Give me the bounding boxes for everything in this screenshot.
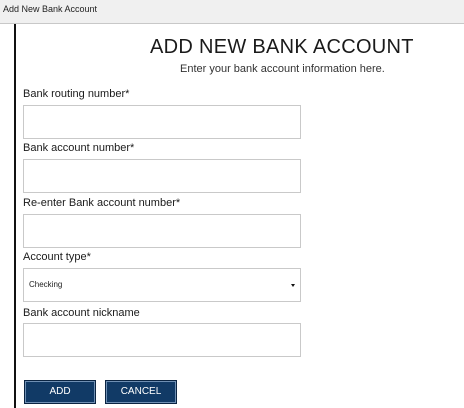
routing-number-label: Bank routing number* xyxy=(23,88,130,100)
cancel-button[interactable]: CANCEL xyxy=(105,380,177,404)
nickname-label: Bank account nickname xyxy=(23,307,140,319)
add-button[interactable]: ADD xyxy=(24,380,96,404)
account-type-selected-value: Checking xyxy=(29,280,63,289)
account-number-label: Bank account number* xyxy=(23,142,135,154)
confirm-account-number-input[interactable] xyxy=(23,214,301,248)
nickname-input[interactable] xyxy=(23,323,301,357)
page-title: ADD NEW BANK ACCOUNT xyxy=(150,36,414,58)
confirm-account-number-label: Re-enter Bank account number* xyxy=(23,197,181,209)
routing-number-input[interactable] xyxy=(23,105,301,139)
page-subtitle: Enter your bank account information here… xyxy=(180,63,385,75)
account-number-input[interactable] xyxy=(23,159,301,193)
window-title: Add New Bank Account xyxy=(3,4,98,14)
window-titlebar: Add New Bank Account xyxy=(0,0,464,24)
account-type-select[interactable]: Checking xyxy=(23,268,301,302)
caret-down-icon xyxy=(291,284,295,287)
account-type-label: Account type* xyxy=(23,251,91,263)
